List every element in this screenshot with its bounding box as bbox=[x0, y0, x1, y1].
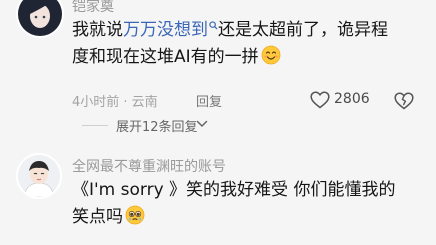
heart-icon bbox=[310, 91, 330, 109]
pleading-face-emoji-icon bbox=[125, 205, 145, 225]
comment-item: 全网最不尊重渊旺的账号 《I'm sorry 》笑的我好难受 你们能懂我的笑点吗 bbox=[0, 150, 436, 245]
expand-replies-label: 展开12条回复 bbox=[116, 120, 198, 135]
comment-username[interactable]: 全网最不尊重渊旺的账号 bbox=[72, 156, 226, 176]
comment-meta: 4小时前 · 云南 回复 2806 bbox=[72, 90, 422, 114]
like-count: 2806 bbox=[334, 91, 370, 107]
search-icon[interactable] bbox=[209, 21, 218, 30]
search-keyword-link[interactable]: 万万没想到 bbox=[123, 20, 208, 40]
divider-line bbox=[82, 125, 108, 126]
comment-time-location: 4小时前 · 云南 bbox=[72, 95, 158, 110]
dislike-button[interactable] bbox=[394, 92, 414, 114]
reply-button[interactable]: 回复 bbox=[196, 91, 222, 110]
comment-text-content: 《I'm sorry 》笑的我好难受 你们能懂我的笑点吗 bbox=[72, 180, 396, 227]
smiling-face-emoji-icon bbox=[261, 45, 281, 65]
comment-text: 《I'm sorry 》笑的我好难受 你们能懂我的笑点吗 bbox=[72, 177, 402, 231]
avatar[interactable] bbox=[16, 153, 62, 199]
comment-item: 铠家奠 我就说万万没想到 还是太超前了，诡异程度和现在这堆AI有的一拼 4小时前 … bbox=[0, 0, 436, 140]
expand-replies-button[interactable]: 展开12条回复 bbox=[72, 114, 272, 136]
broken-heart-icon bbox=[394, 92, 414, 110]
comment-text: 我就说万万没想到 还是太超前了，诡异程度和现在这堆AI有的一拼 bbox=[72, 17, 402, 71]
avatar[interactable] bbox=[16, 0, 64, 38]
comment-username[interactable]: 铠家奠 bbox=[72, 0, 114, 16]
chevron-down-icon bbox=[196, 120, 208, 127]
comment-text-before: 我就说 bbox=[72, 20, 123, 40]
